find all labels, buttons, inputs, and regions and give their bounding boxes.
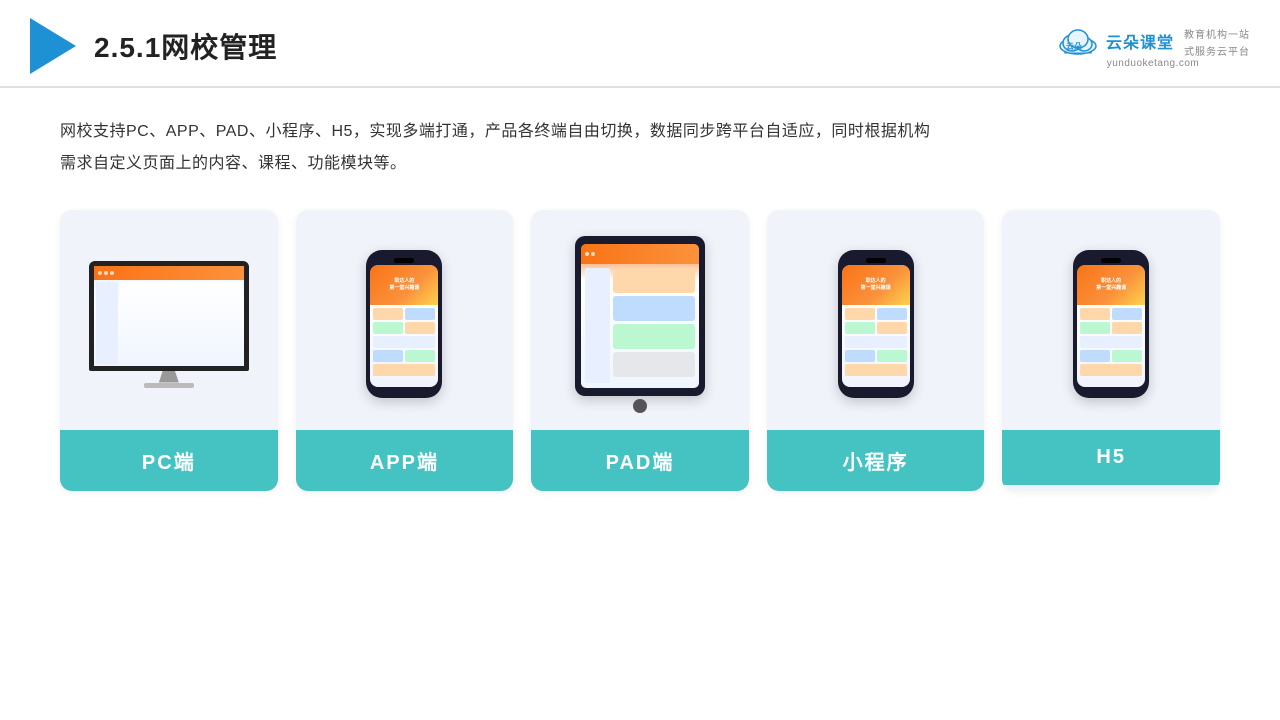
pc-monitor — [89, 261, 249, 388]
pad-outer — [575, 236, 705, 396]
pc-image-area — [60, 210, 278, 430]
brand-slogan: 教育机构一站 — [1184, 26, 1250, 41]
svg-text:云朵: 云朵 — [1066, 41, 1082, 51]
brand-section: 云朵 云朵课堂 教育机构一站 式服务云平台 yunduoketang.com — [1056, 24, 1250, 69]
pc-stand — [159, 371, 179, 383]
h5-banner-text: 职达人的第一堂兴趣课 — [1096, 278, 1126, 292]
logo-triangle-icon — [30, 18, 76, 74]
pad-main — [613, 268, 695, 383]
h5-banner: 职达人的第一堂兴趣课 — [1077, 265, 1145, 305]
mini-screen: 职达人的第一堂兴趣课 — [842, 265, 910, 387]
pc-body — [94, 280, 244, 366]
app-card: 职达人的第一堂兴趣课 — [296, 210, 514, 491]
pad-body — [581, 264, 699, 387]
tablet-home-btn — [633, 399, 647, 413]
h5-notch — [1101, 258, 1121, 263]
h5-screen: 职达人的第一堂兴趣课 — [1077, 265, 1145, 387]
app-label: APP端 — [296, 430, 514, 491]
h5-body — [1077, 305, 1145, 379]
app-phone-outer: 职达人的第一堂兴趣课 — [366, 250, 442, 398]
app-body — [370, 305, 438, 379]
app-image-area: 职达人的第一堂兴趣课 — [296, 210, 514, 430]
mini-phone: 职达人的第一堂兴趣课 — [838, 250, 914, 398]
pc-screen-content — [94, 266, 244, 366]
app-screen: 职达人的第一堂兴趣课 — [370, 265, 438, 387]
phone-notch — [394, 258, 414, 263]
brand-slogan2: 式服务云平台 — [1184, 43, 1250, 58]
pc-card: PC端 — [60, 210, 278, 491]
page-title: 2.5.1网校管理 — [94, 26, 277, 66]
device-cards-container: PC端 职达人的第一堂兴趣课 — [60, 210, 1220, 491]
h5-phone: 职达人的第一堂兴趣课 — [1073, 250, 1149, 398]
brand-url: yunduoketang.com — [1107, 58, 1200, 69]
pad-screen — [581, 244, 699, 388]
mini-banner: 职达人的第一堂兴趣课 — [842, 265, 910, 305]
mini-banner-text: 职达人的第一堂兴趣课 — [861, 278, 891, 292]
brand-logo: 云朵 云朵课堂 教育机构一站 式服务云平台 — [1056, 24, 1250, 58]
pad-label: PAD端 — [531, 430, 749, 491]
miniprogram-card: 职达人的第一堂兴趣课 — [767, 210, 985, 491]
pad-top-bar — [581, 244, 699, 264]
pc-label: PC端 — [60, 430, 278, 491]
pc-base — [144, 383, 194, 388]
brand-name: 云朵课堂 — [1106, 29, 1174, 53]
miniprogram-label: 小程序 — [767, 430, 985, 491]
h5-card: 职达人的第一堂兴趣课 — [1002, 210, 1220, 491]
cloud-icon: 云朵 — [1056, 26, 1100, 56]
h5-phone-outer: 职达人的第一堂兴趣课 — [1073, 250, 1149, 398]
h5-label: H5 — [1002, 430, 1220, 485]
pc-screen — [89, 261, 249, 371]
pc-top-bar — [94, 266, 244, 280]
mini-phone-outer: 职达人的第一堂兴趣课 — [838, 250, 914, 398]
header-left: 2.5.1网校管理 — [30, 18, 277, 74]
mini-notch — [866, 258, 886, 263]
page-header: 2.5.1网校管理 云朵 云朵课堂 教育机构一站 式服务云平台 yunduoke… — [0, 0, 1280, 88]
main-content: 网校支持PC、APP、PAD、小程序、H5，实现多端打通，产品各终端自由切换，数… — [0, 88, 1280, 511]
pad-image-area — [531, 210, 749, 430]
description-text: 网校支持PC、APP、PAD、小程序、H5，实现多端打通，产品各终端自由切换，数… — [60, 116, 1220, 180]
app-banner-text: 职达人的第一堂兴趣课 — [389, 278, 419, 292]
mini-image-area: 职达人的第一堂兴趣课 — [767, 210, 985, 430]
mini-body — [842, 305, 910, 379]
pad-tablet — [575, 236, 705, 413]
h5-image-area: 职达人的第一堂兴趣课 — [1002, 210, 1220, 430]
app-phone: 职达人的第一堂兴趣课 — [366, 250, 442, 398]
pad-card: PAD端 — [531, 210, 749, 491]
app-banner: 职达人的第一堂兴趣课 — [370, 265, 438, 305]
